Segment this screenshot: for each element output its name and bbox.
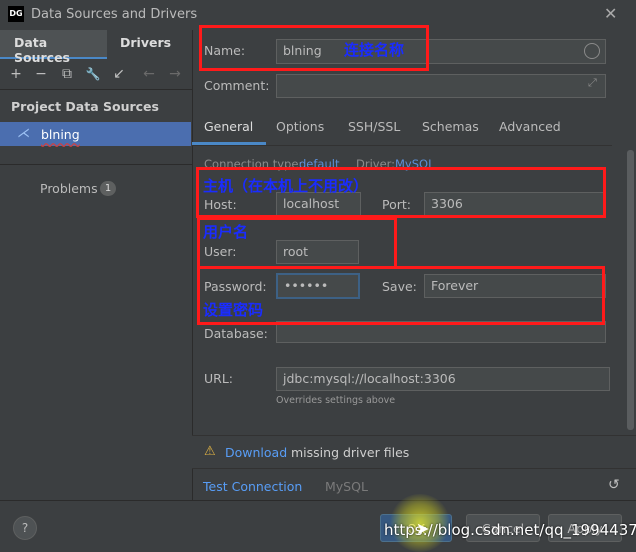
url-field[interactable]: jdbc:mysql://localhost:3306 bbox=[276, 367, 610, 391]
tab-ssh-ssl[interactable]: SSH/SSL bbox=[348, 119, 400, 134]
divider bbox=[0, 500, 636, 501]
download-link[interactable]: Download bbox=[225, 445, 287, 460]
data-source-item-label: blning bbox=[41, 127, 80, 142]
divider bbox=[192, 468, 636, 469]
tab-data-sources[interactable]: Data Sources bbox=[0, 30, 107, 65]
problems-item[interactable]: Problems bbox=[40, 181, 98, 196]
expand-icon[interactable]: ⤢ bbox=[588, 76, 597, 90]
divider bbox=[0, 164, 192, 165]
back-icon[interactable]: ← bbox=[140, 65, 158, 83]
tab-general[interactable]: General bbox=[204, 119, 253, 134]
problems-count-badge: 1 bbox=[100, 181, 116, 196]
settings-icon[interactable]: 🔧 bbox=[84, 65, 102, 83]
annotation-password: 设置密码 bbox=[203, 301, 264, 319]
scrollbar[interactable] bbox=[627, 150, 634, 430]
tab-drivers-label: Drivers bbox=[120, 35, 172, 50]
annotation-name: 连接名称 bbox=[344, 41, 405, 59]
test-connection-link[interactable]: Test Connection bbox=[203, 479, 302, 494]
divider bbox=[192, 145, 612, 146]
help-button[interactable]: ? bbox=[13, 516, 37, 540]
overrides-hint: Overrides settings above bbox=[276, 395, 396, 406]
app-icon: DG bbox=[8, 6, 24, 22]
window-title: Data Sources and Drivers bbox=[31, 7, 198, 22]
forward-icon[interactable]: → bbox=[166, 65, 184, 83]
database-label: Database: bbox=[204, 326, 268, 341]
tab-options[interactable]: Options bbox=[276, 119, 324, 134]
url-label: URL: bbox=[204, 371, 234, 386]
duplicate-icon[interactable]: ⧉ bbox=[58, 65, 76, 83]
import-icon[interactable]: ↙ bbox=[110, 65, 128, 83]
annotation-user: 用户名 bbox=[203, 223, 249, 241]
tab-advanced[interactable]: Advanced bbox=[499, 119, 561, 134]
warning-text: missing driver files bbox=[291, 445, 410, 460]
mysql-icon: ⋌ bbox=[17, 126, 30, 141]
left-toolbar: + − ⧉ 🔧 ↙ ← → bbox=[0, 60, 192, 88]
driver-name-label: MySQL bbox=[325, 479, 368, 494]
annotation-host: 主机（在本机上不用改） bbox=[203, 177, 369, 195]
divider bbox=[0, 89, 192, 90]
color-circle-icon[interactable] bbox=[584, 43, 600, 59]
tab-drivers[interactable]: Drivers bbox=[107, 30, 192, 57]
comment-label: Comment: bbox=[204, 78, 270, 93]
close-icon[interactable]: ✕ bbox=[604, 4, 617, 23]
revert-icon[interactable]: ↺ bbox=[608, 477, 620, 493]
tab-schemas[interactable]: Schemas bbox=[422, 119, 479, 134]
add-icon[interactable]: + bbox=[7, 65, 25, 83]
warning-icon: ⚠ bbox=[204, 444, 216, 459]
remove-icon[interactable]: − bbox=[32, 65, 50, 83]
project-data-sources-header: Project Data Sources bbox=[11, 99, 159, 114]
comment-field[interactable] bbox=[276, 74, 606, 98]
mouse-cursor-icon: ➤ bbox=[416, 519, 430, 538]
